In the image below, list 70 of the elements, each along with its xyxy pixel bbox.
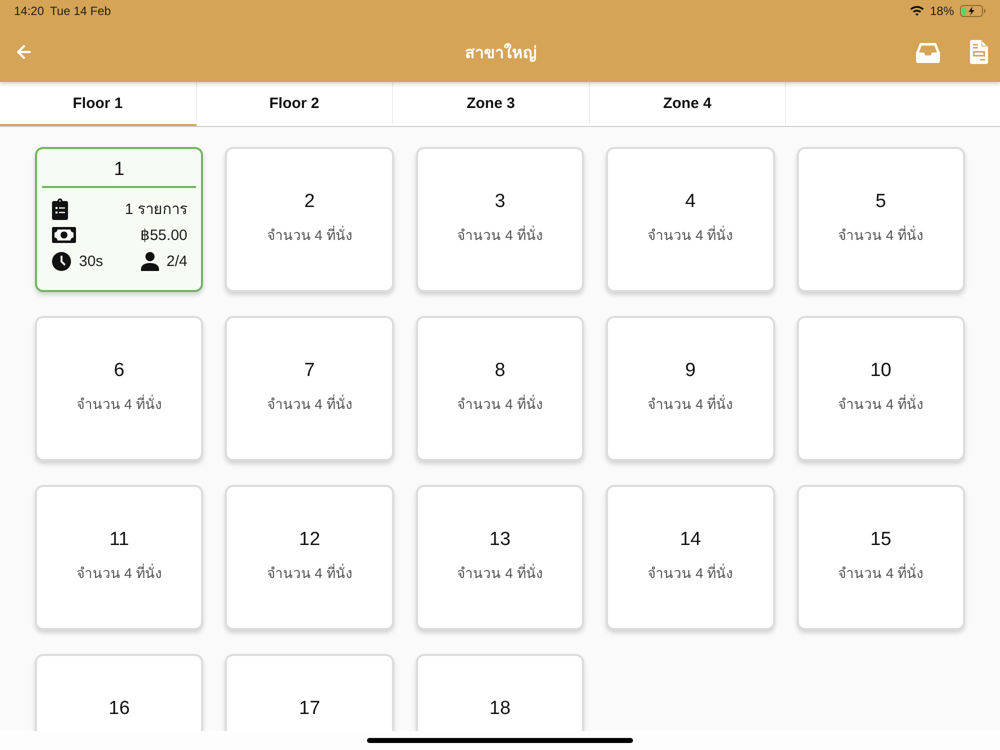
table-card[interactable]: 13 จำนวน 4 ที่นั่ง: [416, 485, 584, 630]
seat-count: จำนวน 4 ที่นั่ง: [648, 394, 734, 414]
seat-count: จำนวน 4 ที่นั่ง: [838, 563, 924, 583]
seat-count: จำนวน 4 ที่นั่ง: [76, 563, 162, 583]
table-card[interactable]: 3 จำนวน 4 ที่นั่ง: [416, 147, 584, 292]
table-number: 15: [870, 528, 892, 552]
seat-count: จำนวน 4 ที่นั่ง: [266, 225, 352, 245]
clipboard-list-icon: [52, 198, 68, 220]
table-card[interactable]: 10 จำนวน 4 ที่นั่ง: [796, 316, 965, 461]
table-card[interactable]: 9 จำนวน 4 ที่นั่ง: [606, 316, 775, 461]
back-button[interactable]: [14, 42, 34, 62]
table-card[interactable]: 6 จำนวน 4 ที่นั่ง: [35, 316, 204, 461]
bill-amount: ฿55.00: [140, 226, 188, 244]
guest-count: 2/4: [166, 252, 188, 270]
table-number: 14: [680, 528, 701, 552]
seat-count: จำนวน 4 ที่นั่ง: [457, 563, 543, 583]
wifi-icon: [910, 6, 924, 16]
table-number: 9: [685, 359, 696, 383]
zone-tab[interactable]: Floor 1: [0, 82, 196, 126]
seat-count: จำนวน 4 ที่นั่ง: [457, 225, 543, 245]
seat-count: จำนวน 4 ที่นั่ง: [457, 394, 543, 414]
table-number: 17: [299, 697, 320, 721]
battery-charging-icon: [960, 5, 986, 17]
table-number: 12: [299, 528, 320, 552]
seat-count: จำนวน 4 ที่นั่ง: [266, 394, 352, 414]
table-card[interactable]: 5 จำนวน 4 ที่นั่ง: [796, 147, 965, 292]
seat-count: จำนวน 4 ที่นั่ง: [76, 394, 162, 414]
document-button[interactable]: [970, 40, 988, 64]
elapsed-time: 30s: [79, 252, 104, 270]
table-number: 4: [685, 190, 696, 214]
page-title: สาขาใหญ่: [465, 42, 537, 64]
order-count: 1 รายการ: [124, 200, 188, 220]
seat-count: จำนวน 4 ที่นั่ง: [648, 225, 734, 245]
seat-count: จำนวน 4 ที่นั่ง: [838, 394, 924, 414]
table-card[interactable]: 17: [225, 654, 394, 731]
table-number: 8: [494, 359, 506, 383]
table-number: 6: [114, 359, 124, 383]
status-date: Tue 14 Feb: [50, 4, 111, 18]
person-icon: [140, 252, 159, 270]
table-number: 7: [304, 359, 315, 383]
table-card[interactable]: 1 1 รายการ ฿55.00 30s 2/4: [35, 147, 204, 292]
document-icon: [970, 40, 988, 64]
table-number: 11: [109, 528, 130, 552]
table-number: 2: [304, 190, 315, 214]
table-number: 3: [494, 190, 506, 214]
table-card[interactable]: 16: [35, 654, 204, 731]
table-number: 13: [489, 528, 511, 552]
table-card[interactable]: 18: [416, 654, 584, 731]
table-card[interactable]: 8 จำนวน 4 ที่นั่ง: [416, 316, 584, 461]
clock-icon: [52, 252, 71, 270]
table-card[interactable]: 2 จำนวน 4 ที่นั่ง: [225, 147, 394, 292]
table-card[interactable]: 7 จำนวน 4 ที่นั่ง: [225, 316, 394, 461]
table-card[interactable]: 15 จำนวน 4 ที่นั่ง: [796, 485, 965, 630]
table-card[interactable]: 11 จำนวน 4 ที่นั่ง: [35, 485, 204, 630]
seat-count: จำนวน 4 ที่นั่ง: [648, 563, 734, 583]
seat-count: จำนวน 4 ที่นั่ง: [266, 563, 352, 583]
table-number: 5: [876, 190, 886, 214]
table-number: 1: [112, 158, 126, 182]
banknote-icon: [52, 227, 76, 243]
table-card[interactable]: 14 จำนวน 4 ที่นั่ง: [606, 485, 775, 630]
table-number: 16: [108, 697, 130, 721]
battery-percent: 18%: [930, 4, 954, 18]
inbox-tray-icon: [916, 42, 940, 62]
table-card[interactable]: 12 จำนวน 4 ที่นั่ง: [225, 485, 394, 630]
status-time: 14:20: [14, 4, 44, 18]
inbox-button[interactable]: [916, 42, 940, 62]
table-number: 10: [870, 359, 892, 383]
table-number: 18: [489, 697, 511, 721]
table-card[interactable]: 4 จำนวน 4 ที่นั่ง: [606, 147, 775, 292]
seat-count: จำนวน 4 ที่นั่ง: [838, 225, 924, 245]
